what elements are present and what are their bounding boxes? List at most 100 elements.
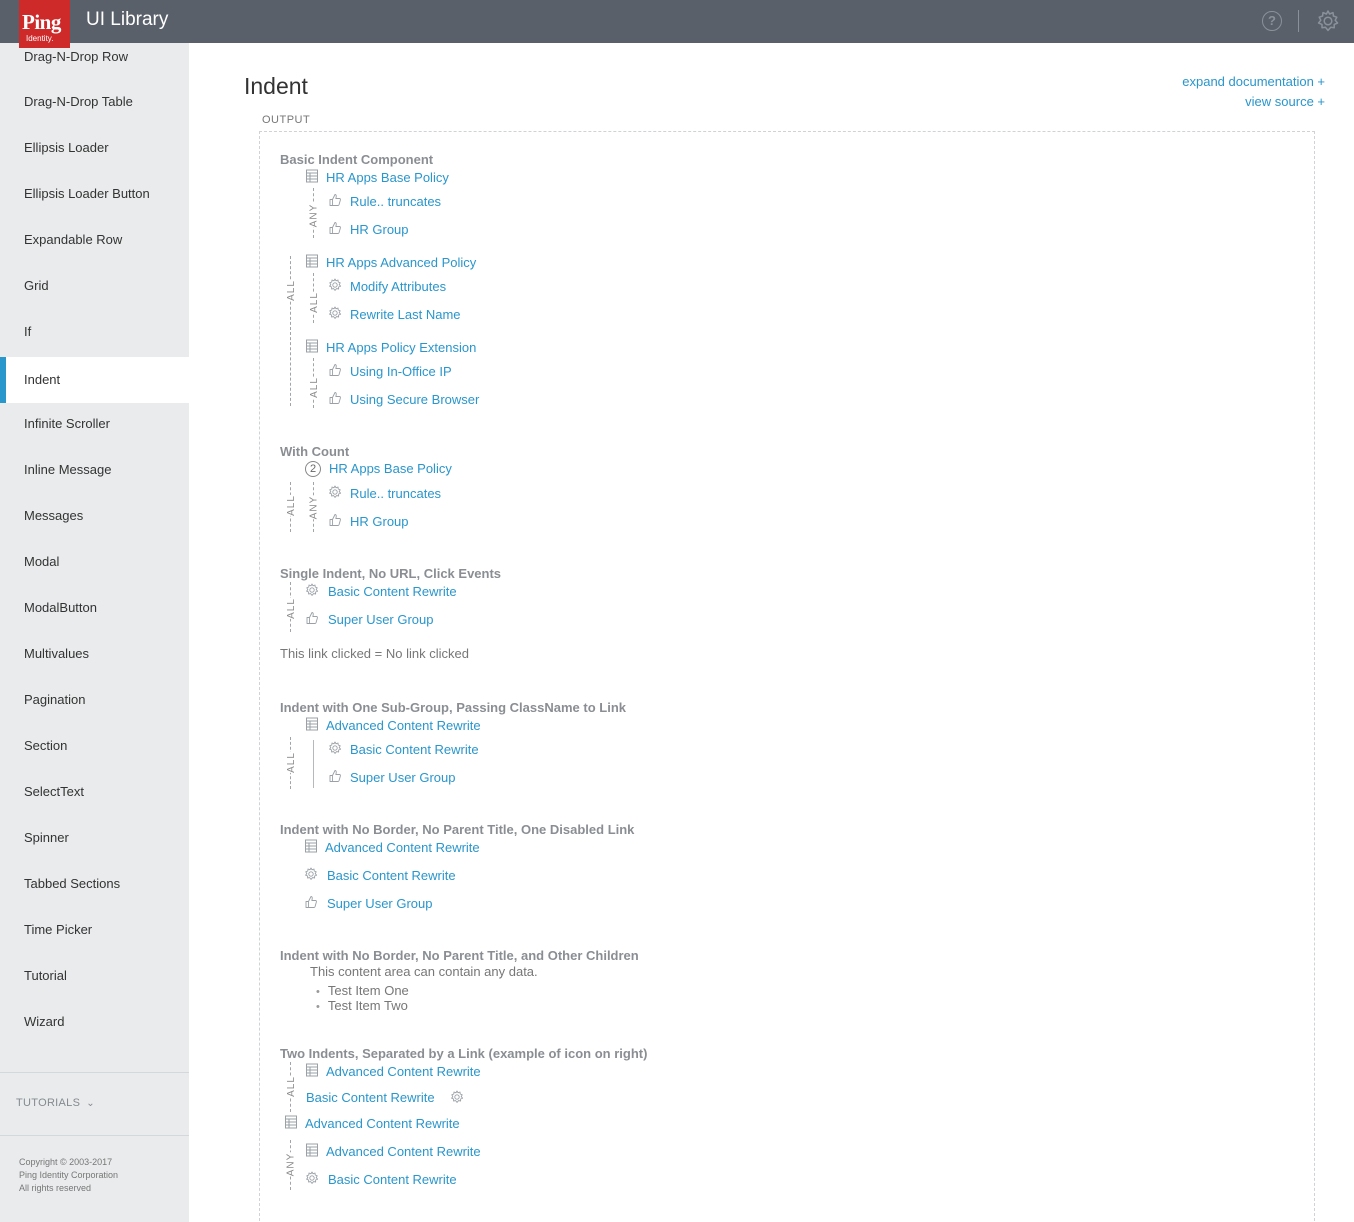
expand-documentation-link[interactable]: expand documentation + — [1182, 74, 1325, 89]
sidebar-item-modal[interactable]: Modal — [0, 548, 189, 594]
indent-link[interactable]: Basic Content Rewrite — [350, 742, 479, 757]
sidebar-item-modalbutton[interactable]: ModalButton — [0, 594, 189, 640]
sidebar-item-grid[interactable]: Grid — [0, 272, 189, 318]
copyright-line: All rights reserved — [19, 1183, 92, 1193]
sidebar-item-selecttext[interactable]: SelectText — [0, 778, 189, 824]
indent-link[interactable]: HR Apps Base Policy — [326, 170, 449, 185]
thumb-icon — [328, 221, 342, 235]
policy-icon — [305, 339, 319, 353]
sidebar-item-infinite-scroller[interactable]: Infinite Scroller — [0, 410, 189, 456]
sidebar-item-label: Tabbed Sections — [24, 876, 121, 891]
copyright-line: Ping Identity Corporation — [19, 1170, 119, 1180]
sidebar-item-indent[interactable]: Indent — [0, 356, 201, 403]
indent-link[interactable]: Basic Content Rewrite — [306, 1090, 435, 1105]
indent-label-all: ALL — [284, 494, 298, 516]
thumb-icon — [328, 363, 342, 377]
policy-icon — [304, 839, 318, 853]
sidebar-item-spinner[interactable]: Spinner — [0, 824, 189, 870]
output-label: OUTPUT — [262, 114, 311, 126]
sidebar-item-label: Wizard — [24, 1014, 65, 1029]
gear-icon — [328, 485, 342, 499]
sidebar-item-inline-message[interactable]: Inline Message — [0, 456, 189, 502]
gear-icon — [305, 583, 319, 597]
separator-link[interactable]: Advanced Content Rewrite — [305, 1116, 460, 1131]
sidebar-item-wizard[interactable]: Wizard — [0, 1008, 189, 1054]
sidebar-item-label: Time Picker — [24, 922, 93, 937]
settings-gear-icon[interactable] — [1316, 9, 1340, 33]
sidebar-item-label: Tutorial — [24, 968, 67, 983]
sidebar-item-drag-n-drop-table[interactable]: Drag-N-Drop Table — [0, 88, 189, 134]
sidebar-item-ellipsis-loader[interactable]: Ellipsis Loader — [0, 134, 189, 180]
indent-link[interactable]: HR Group — [350, 514, 409, 529]
sidebar-item-time-picker[interactable]: Time Picker — [0, 916, 189, 962]
sidebar-item-label: Grid — [24, 278, 49, 293]
sidebar-item-label: Spinner — [24, 830, 69, 845]
policy-icon — [305, 1143, 319, 1157]
indent-link[interactable]: Basic Content Rewrite — [327, 868, 456, 883]
section-title: Indent with No Border, No Parent Title, … — [280, 822, 635, 837]
indent-border — [313, 740, 314, 788]
indent-link[interactable]: Modify Attributes — [350, 279, 446, 294]
sidebar-item-messages[interactable]: Messages — [0, 502, 189, 548]
sidebar-item-multivalues[interactable]: Multivalues — [0, 640, 189, 686]
ping-identity-logo[interactable]: Ping Identity. — [19, 0, 70, 48]
sidebar-item-tutorial[interactable]: Tutorial — [0, 962, 189, 1008]
sidebar-item-pagination[interactable]: Pagination — [0, 686, 189, 732]
section-title: Single Indent, No URL, Click Events — [280, 566, 502, 581]
gear-icon — [328, 306, 342, 320]
policy-icon — [305, 254, 319, 268]
sidebar-item-label: Inline Message — [24, 462, 112, 477]
thumb-icon — [328, 391, 342, 405]
sidebar-item-label: Drag-N-Drop Row — [24, 49, 129, 64]
thumb-icon — [328, 513, 342, 527]
active-pointer — [189, 356, 201, 402]
sidebar-item-ellipsis-loader-button[interactable]: Ellipsis Loader Button — [0, 180, 189, 226]
sidebar-item-label: Expandable Row — [24, 232, 123, 247]
indent-link[interactable]: Advanced Content Rewrite — [325, 840, 480, 855]
gear-icon — [305, 1171, 319, 1185]
logo-text: Ping — [22, 10, 61, 34]
sidebar-item-label: ModalButton — [24, 600, 97, 615]
indent-link[interactable]: Advanced Content Rewrite — [326, 1064, 481, 1079]
click-status-text: This link clicked = No link clicked — [280, 646, 469, 661]
indent-label-all: ALL — [307, 291, 321, 313]
sidebar-item-label: Multivalues — [24, 646, 90, 661]
thumb-icon — [328, 193, 342, 207]
indent-link[interactable]: HR Apps Policy Extension — [326, 340, 476, 355]
sidebar-item-section[interactable]: Section — [0, 732, 189, 778]
indent-link[interactable]: HR Apps Base Policy — [329, 461, 452, 476]
policy-icon — [305, 169, 319, 183]
sidebar-item-tabbed-sections[interactable]: Tabbed Sections — [0, 870, 189, 916]
indent-label-any: ANY — [307, 495, 321, 519]
page-title: Indent — [244, 73, 308, 99]
indent-link[interactable]: Basic Content Rewrite — [328, 584, 457, 599]
sidebar-divider — [0, 1135, 189, 1136]
indent-label-all: ALL — [284, 279, 298, 301]
sidebar-item-label: Messages — [24, 508, 84, 523]
sidebar-item-expandable-row[interactable]: Expandable Row — [0, 226, 189, 272]
indent-link[interactable]: Advanced Content Rewrite — [326, 718, 481, 733]
indent-link[interactable]: Super User Group — [350, 770, 456, 785]
indent-link[interactable]: HR Apps Advanced Policy — [326, 255, 476, 270]
indent-link[interactable]: Using In-Office IP — [350, 364, 452, 379]
view-source-link[interactable]: view source + — [1245, 94, 1325, 109]
tutorials-toggle[interactable]: TUTORIALS ⌄ — [16, 1097, 95, 1109]
copyright-text: Copyright © 2003-2017 Ping Identity Corp… — [19, 1156, 118, 1195]
indent-link[interactable]: Using Secure Browser — [350, 392, 479, 407]
indent-link[interactable]: Basic Content Rewrite — [328, 1172, 457, 1187]
indent-link[interactable]: HR Group — [350, 222, 409, 237]
gear-icon — [304, 867, 318, 881]
indent-link[interactable]: Super User Group — [327, 896, 433, 911]
indent-link[interactable]: Rule.. truncates — [350, 194, 441, 209]
indent-link[interactable]: Rewrite Last Name — [350, 307, 461, 322]
sidebar-divider — [0, 1072, 189, 1073]
indent-link[interactable]: Super User Group — [328, 612, 434, 627]
sidebar: Drag-N-Drop Row Drag-N-Drop Table Ellips… — [0, 43, 201, 1222]
sidebar-item-label: Drag-N-Drop Table — [24, 94, 133, 109]
help-icon[interactable]: ? — [1262, 11, 1282, 31]
logo-subtext: Identity. — [26, 34, 54, 43]
app-header: ? — [0, 0, 1354, 43]
indent-link[interactable]: Rule.. truncates — [350, 486, 441, 501]
gear-icon — [328, 278, 342, 292]
indent-link[interactable]: Advanced Content Rewrite — [326, 1144, 481, 1159]
